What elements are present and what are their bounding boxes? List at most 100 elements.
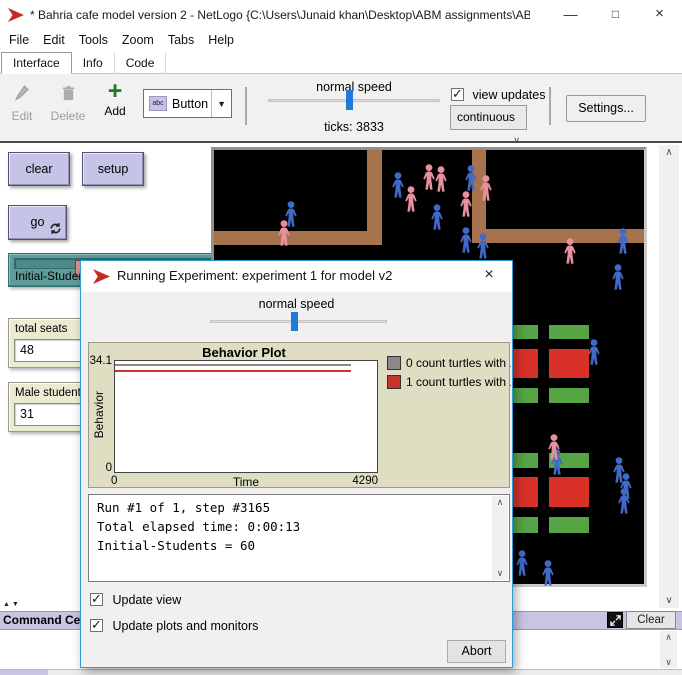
legend-entry: 1 count turtles with ... (387, 375, 511, 389)
menu-tabs[interactable]: Tabs (161, 30, 201, 50)
person-male (514, 550, 530, 576)
tab-strip: InterfaceInfoCode (0, 52, 682, 74)
legend-swatch-icon (387, 375, 401, 389)
person-male (540, 560, 556, 586)
maximize-button[interactable]: □ (593, 0, 638, 30)
dialog-speed-handle[interactable] (291, 312, 298, 331)
dialog-title: Running Experiment: experiment 1 for mod… (117, 261, 392, 291)
minimize-button[interactable]: — (548, 0, 593, 30)
output-text: Run #1 of 1, step #3165Total elapsed tim… (97, 498, 489, 555)
abc-icon: abc (149, 96, 167, 111)
scroll-up-icon[interactable]: ∧ (492, 496, 508, 509)
dialog-close-icon[interactable]: × (474, 261, 504, 291)
delete-button[interactable]: Delete (48, 85, 88, 123)
splitter-arrows-icon[interactable]: ▲▼ (3, 601, 21, 608)
update-plots-row: Update plots and monitors (90, 618, 258, 634)
scroll-down-icon[interactable]: ∨ (659, 593, 679, 608)
plus-icon: + (98, 79, 132, 103)
plot-y-min: 0 (101, 462, 112, 474)
menu-tools[interactable]: Tools (72, 30, 115, 50)
output-scrollbar[interactable]: ∧ ∨ (492, 496, 508, 580)
person-female (433, 166, 449, 192)
output-line: Run #1 of 1, step #3165 (97, 498, 489, 517)
scroll-down-icon[interactable]: ∨ (660, 656, 677, 668)
plot-title: Behavior Plot (89, 345, 399, 360)
trash-icon (61, 85, 76, 102)
tab-code[interactable]: Code (115, 53, 167, 74)
view-updates-label: view updates (472, 88, 545, 102)
person-female (403, 186, 419, 212)
output-line: Total elapsed time: 0:00:13 (97, 517, 489, 536)
person-female (458, 191, 474, 217)
update-mode-value: continuous (457, 110, 515, 124)
dialog-speed-track[interactable] (210, 320, 387, 323)
clear-button[interactable]: clear (8, 152, 70, 186)
update-view-checkbox[interactable] (90, 593, 103, 606)
view-updates-row: view updates (451, 87, 545, 102)
window-title: * Bahria cafe model version 2 - NetLogo … (30, 8, 530, 22)
legend-swatch-icon (387, 356, 401, 370)
update-view-label: Update view (112, 593, 181, 607)
menu-help[interactable]: Help (201, 30, 241, 50)
menu-zoom[interactable]: Zoom (115, 30, 161, 50)
tab-info[interactable]: Info (72, 53, 115, 74)
interface-vertical-scrollbar[interactable]: ∧ ∨ (659, 145, 679, 608)
settings-button[interactable]: Settings... (566, 95, 646, 122)
monitor-label: total seats (15, 323, 67, 335)
netlogo-icon (93, 269, 110, 284)
person-male (610, 264, 626, 290)
menu-bar: FileEditToolsZoomTabsHelp (0, 30, 682, 52)
behavior-plot: Behavior Plot 34.1 0 Behavior 0 Time 429… (88, 342, 510, 488)
setup-button[interactable]: setup (82, 152, 144, 186)
person-male (475, 233, 491, 259)
menu-edit[interactable]: Edit (36, 30, 72, 50)
widget-type-dropdown[interactable]: abc Button ▼ (143, 89, 232, 118)
legend-label: 0 count turtles with ... (406, 356, 511, 370)
plot-x-max: 4290 (338, 475, 378, 487)
scroll-down-icon[interactable]: ∨ (492, 567, 508, 580)
legend-label: 1 count turtles with ... (406, 375, 511, 389)
toolbar: Edit Delete + Add abc Button ▼ normal sp… (0, 74, 682, 143)
person-female (546, 434, 562, 460)
person-male (615, 228, 631, 254)
command-center-input-strip (0, 669, 682, 675)
scroll-up-icon[interactable]: ∧ (660, 631, 677, 643)
edit-label: Edit (6, 109, 38, 123)
experiment-output: Run #1 of 1, step #3165Total elapsed tim… (88, 494, 510, 582)
widget-type-value: Button (167, 97, 211, 111)
person-female (478, 175, 494, 201)
title-bar: * Bahria cafe model version 2 - NetLogo … (0, 0, 682, 30)
observer-strip (0, 670, 48, 675)
person-male (429, 204, 445, 230)
update-plots-label: Update plots and monitors (112, 619, 258, 633)
add-button[interactable]: + Add (98, 79, 132, 118)
speed-slider-track[interactable] (268, 99, 440, 102)
close-button[interactable]: × (637, 0, 682, 30)
ticks-counter: ticks: 3833 (268, 120, 440, 134)
update-plots-checkbox[interactable] (90, 619, 103, 632)
expand-icon[interactable] (607, 612, 623, 628)
person-male (586, 339, 602, 365)
go-button[interactable]: go (8, 205, 67, 240)
seat-taken (549, 349, 589, 378)
plot-pen-line (115, 364, 351, 366)
toolbar-separator (245, 87, 247, 125)
tab-interface[interactable]: Interface (1, 52, 72, 74)
dialog-title-bar: Running Experiment: experiment 1 for mod… (81, 261, 512, 292)
menu-file[interactable]: File (2, 30, 36, 50)
go-label: go (31, 215, 45, 229)
seat-free (549, 388, 589, 403)
legend-entry: 0 count turtles with ... (387, 356, 511, 370)
edit-button[interactable]: Edit (6, 85, 38, 123)
abort-button[interactable]: Abort (447, 640, 506, 663)
person-male (616, 488, 632, 514)
plot-pen-line (115, 370, 351, 372)
scroll-up-icon[interactable]: ∧ (659, 145, 679, 160)
seat-taken (549, 477, 589, 507)
command-center-scrollbar[interactable]: ∧ ∨ (660, 631, 677, 668)
command-center-clear-button[interactable]: Clear (626, 611, 676, 629)
wall (214, 231, 382, 245)
speed-slider-handle[interactable] (346, 90, 353, 110)
update-mode-dropdown[interactable]: continuous ∨ (450, 105, 527, 130)
view-updates-checkbox[interactable] (451, 88, 464, 101)
